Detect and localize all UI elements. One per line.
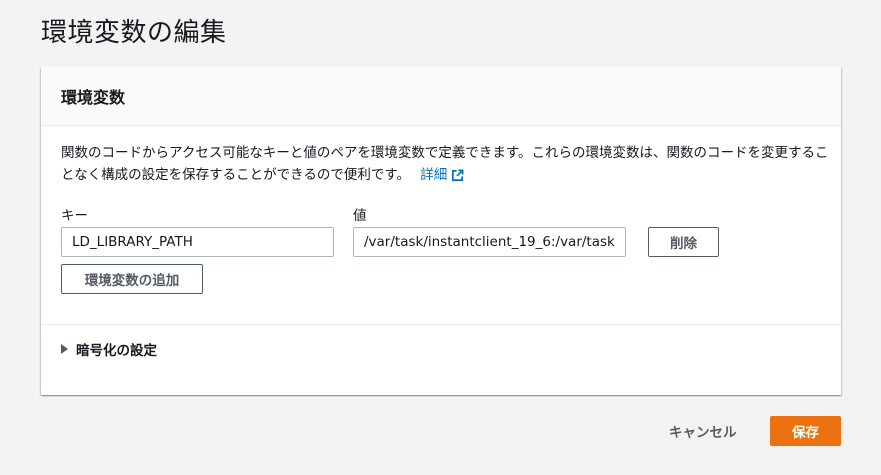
delete-button[interactable]: 削除 [648, 227, 719, 257]
external-link-icon [452, 169, 464, 181]
panel-body: 関数のコードからアクセス可能なキーと値のペアを環境変数で定義できます。これらの環… [41, 126, 841, 324]
encryption-settings-label: 暗号化の設定 [76, 343, 157, 359]
panel-title: 環境変数 [61, 88, 126, 107]
cancel-button[interactable]: キャンセル [661, 416, 745, 446]
save-button[interactable]: 保存 [770, 416, 841, 446]
learn-more-link[interactable]: 詳細 [420, 164, 464, 186]
key-label: キー [61, 208, 88, 224]
add-row: 環境変数の追加 [61, 264, 821, 324]
panel-description: 関数のコードからアクセス可能なキーと値のペアを環境変数で定義できます。これらの環… [61, 142, 831, 186]
page-title: 環境変数の編集 [41, 18, 227, 48]
key-input[interactable] [61, 227, 334, 257]
learn-more-label: 詳細 [420, 167, 448, 183]
value-label: 値 [353, 208, 367, 224]
panel-header: 環境変数 [41, 67, 841, 126]
value-input[interactable] [353, 227, 626, 257]
encryption-settings-toggle[interactable]: 暗号化の設定 [41, 325, 841, 373]
add-env-var-button[interactable]: 環境変数の追加 [61, 264, 203, 294]
env-var-row: キー 値 削除 [61, 204, 821, 264]
env-vars-panel: 環境変数 関数のコードからアクセス可能なキーと値のペアを環境変数で定義できます。… [41, 67, 841, 395]
caret-right-icon [61, 344, 68, 354]
page: 環境変数の編集 環境変数 関数のコードからアクセス可能なキーと値のペアを環境変数… [0, 0, 881, 475]
